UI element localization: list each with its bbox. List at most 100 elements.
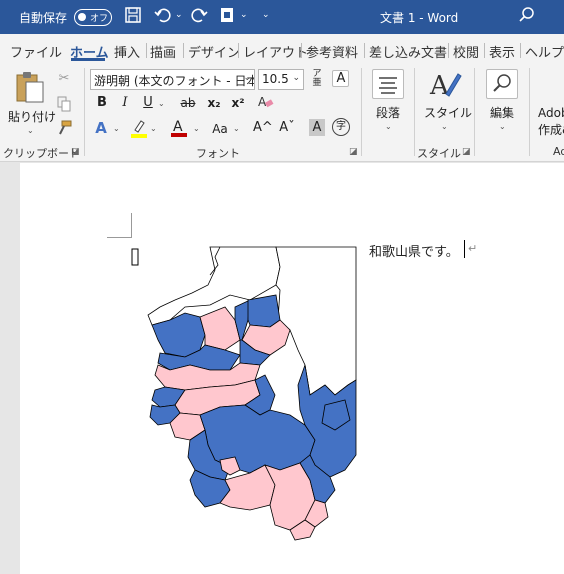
adobe-create-label-2[interactable]: 作成&	[538, 121, 564, 138]
undo-dropdown-icon[interactable]: ⌄	[175, 10, 183, 20]
save-icon[interactable]	[122, 6, 144, 28]
tab-separator	[183, 43, 184, 58]
styles-dropdown-icon: ⌄	[441, 122, 448, 131]
change-case-dropdown-icon[interactable]: ⌄	[233, 124, 240, 133]
group-separator	[361, 68, 362, 156]
redo-icon[interactable]	[188, 6, 210, 28]
title-bar: 自動保存 オフ ⌄ ⌄ ⌄ 文書 1 - Word	[0, 0, 564, 34]
strikethrough-button[interactable]: ab	[179, 94, 197, 112]
customize-toolbar-icon[interactable]: ⌄	[262, 10, 270, 20]
font-color-dropdown-icon[interactable]: ⌄	[193, 124, 200, 133]
character-border-button[interactable]: A	[332, 70, 349, 87]
group-separator	[529, 68, 530, 156]
styles-label: スタイル	[424, 106, 473, 120]
bold-button[interactable]: B	[95, 94, 109, 112]
tab-layout[interactable]: レイアウト	[243, 42, 308, 61]
ribbon: 貼り付け ⌄ ✂ クリップボード ◪ 游明朝 (本文のフォント - 日本 ⌄ 1…	[0, 64, 564, 162]
tab-separator	[484, 43, 485, 58]
svg-text:A: A	[173, 119, 183, 135]
map-region	[199, 306, 241, 351]
copy-icon[interactable]	[56, 96, 72, 114]
editing-search-icon	[486, 69, 518, 99]
quick-print-icon[interactable]	[216, 6, 238, 28]
tab-review[interactable]: 校閲	[453, 42, 479, 61]
margin-marker	[107, 237, 132, 238]
text-effects-dropdown-icon[interactable]: ⌄	[113, 124, 120, 133]
paste-dropdown-icon[interactable]: ⌄	[27, 126, 34, 135]
styles-button[interactable]: A スタイル ⌄	[420, 68, 472, 140]
clear-formatting-icon[interactable]: A	[256, 94, 276, 116]
search-icon[interactable]	[516, 6, 538, 28]
text-cursor	[464, 240, 465, 258]
underline-button[interactable]: U	[141, 94, 155, 112]
phonetic-guide-icon[interactable]: ア亜	[309, 70, 325, 88]
font-launcher-icon[interactable]: ◪	[349, 147, 358, 157]
active-tab-indicator	[71, 58, 105, 61]
highlight-dropdown-icon[interactable]: ⌄	[150, 124, 157, 133]
tab-draw[interactable]: 描画	[150, 42, 176, 61]
tab-file[interactable]: ファイル	[10, 42, 62, 61]
editing-dropdown-icon: ⌄	[499, 122, 506, 131]
paste-icon	[16, 72, 44, 103]
character-shading-button[interactable]: A	[309, 119, 325, 136]
tab-separator	[238, 43, 239, 58]
frame-corner	[131, 248, 139, 266]
document-title: 文書 1 - Word	[380, 11, 459, 25]
paragraph-label: 段落	[376, 106, 401, 120]
tab-references[interactable]: 参考資料	[306, 42, 358, 61]
undo-icon[interactable]	[152, 6, 174, 28]
tab-separator	[301, 43, 302, 58]
paragraph-icon	[372, 69, 404, 99]
font-name-combo[interactable]: 游明朝 (本文のフォント - 日本 ⌄	[90, 69, 255, 90]
autosave-label: 自動保存	[19, 11, 68, 25]
tab-separator	[364, 43, 365, 58]
adobe-create-label[interactable]: Adob	[538, 106, 564, 120]
tab-insert[interactable]: 挿入	[114, 42, 140, 61]
superscript-button[interactable]: x²	[230, 94, 246, 112]
paste-button[interactable]: 貼り付け ⌄	[8, 68, 56, 138]
editing-label: 編集	[490, 106, 515, 120]
format-painter-icon[interactable]	[56, 120, 72, 138]
character-border-icon: A	[336, 71, 346, 86]
tab-mailings[interactable]: 差し込み文書	[369, 42, 447, 61]
subscript-button[interactable]: x₂	[206, 94, 222, 112]
change-case-button[interactable]: Aa	[209, 120, 231, 138]
styles-group-label: スタイル	[417, 147, 461, 160]
tab-help[interactable]: ヘルプ	[525, 42, 564, 61]
svg-text:A: A	[429, 71, 450, 100]
map-region	[275, 246, 357, 396]
paragraph-mark-icon: ↵	[468, 242, 478, 255]
highlight-color-icon[interactable]	[130, 118, 148, 140]
shrink-font-button[interactable]: Aˇ	[278, 119, 296, 137]
font-size-combo[interactable]: 10.5 ⌄	[258, 69, 304, 90]
autosave-toggle[interactable]: オフ	[74, 9, 112, 26]
wakayama-map-image[interactable]	[130, 245, 360, 545]
editing-button[interactable]: 編集 ⌄	[482, 68, 524, 140]
clipboard-launcher-icon[interactable]: ◪	[71, 147, 80, 157]
grow-font-button[interactable]: A^	[253, 119, 273, 137]
toggle-knob	[78, 13, 86, 21]
tab-separator	[146, 43, 147, 58]
map-region	[247, 294, 281, 328]
group-separator	[84, 68, 85, 156]
font-color-icon[interactable]: A	[170, 117, 188, 139]
chevron-down-icon: ⌄	[243, 73, 251, 83]
margin-marker	[131, 213, 132, 237]
cut-icon[interactable]: ✂	[56, 70, 72, 88]
text-effects-icon[interactable]: A	[93, 119, 109, 137]
tab-separator	[448, 43, 449, 58]
svg-text:A: A	[258, 95, 267, 109]
styles-icon: A	[429, 71, 462, 100]
paragraph-button[interactable]: 段落 ⌄	[367, 68, 409, 140]
styles-launcher-icon[interactable]: ◪	[462, 147, 471, 157]
paragraph-dropdown-icon: ⌄	[385, 122, 392, 131]
clipboard-group-label: クリップボード	[3, 147, 80, 160]
quick-print-dropdown-icon[interactable]: ⌄	[240, 10, 248, 20]
tab-design[interactable]: デザイン	[188, 42, 240, 61]
enclose-characters-button[interactable]: 字	[332, 118, 350, 136]
document-body-text[interactable]: 和歌山県です。	[369, 241, 459, 260]
italic-button[interactable]: I	[118, 94, 132, 112]
tab-view[interactable]: 表示	[489, 42, 515, 61]
font-size-value: 10.5	[262, 72, 289, 86]
underline-dropdown-icon[interactable]: ⌄	[158, 99, 165, 108]
